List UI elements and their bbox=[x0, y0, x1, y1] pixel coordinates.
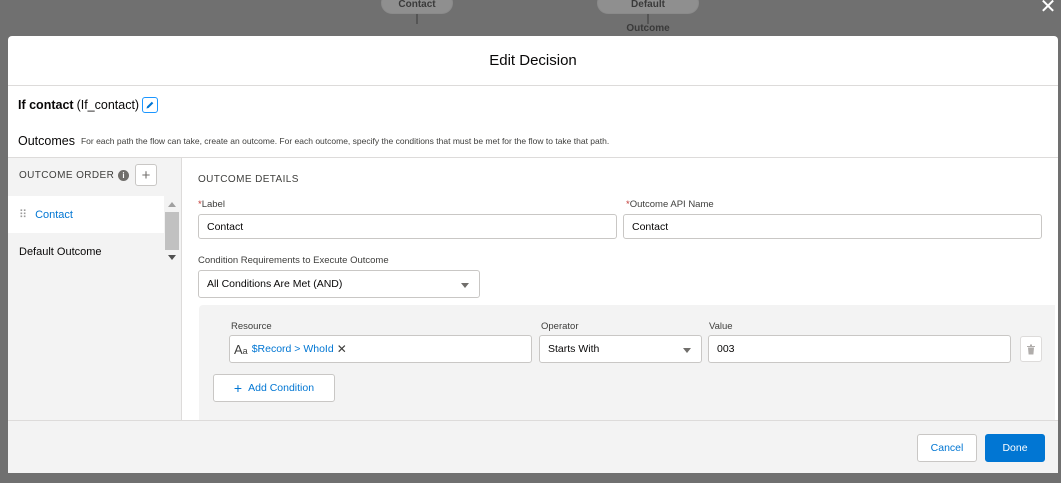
outcomes-description: For each path the flow can take, create … bbox=[80, 135, 610, 146]
cancel-button[interactable]: Cancel bbox=[917, 434, 977, 462]
value-label: Value bbox=[709, 321, 733, 332]
operator-select[interactable]: Starts With bbox=[539, 335, 702, 363]
add-condition-label: Add Condition bbox=[248, 382, 315, 394]
done-button[interactable]: Done bbox=[985, 434, 1045, 462]
modal-footer: Cancel Done bbox=[8, 420, 1058, 473]
outcome-order-label: OUTCOME ORDER bbox=[19, 169, 115, 181]
outcome-details-header: OUTCOME DETAILS bbox=[198, 174, 299, 185]
remove-resource-icon[interactable]: ✕ bbox=[337, 342, 347, 356]
operator-label: Operator bbox=[541, 321, 579, 332]
outcome-item-label: Default Outcome bbox=[19, 245, 102, 258]
resource-pill[interactable]: $Record > WhoId ✕ bbox=[252, 342, 347, 356]
edit-decision-modal: Edit Decision If contact (If_contact) Ou… bbox=[8, 36, 1058, 473]
modal-title: Edit Decision bbox=[489, 52, 577, 69]
outcome-list: ⠿ Contact Default Outcome bbox=[8, 196, 182, 270]
delete-condition-button[interactable] bbox=[1020, 336, 1042, 362]
chevron-down-icon bbox=[683, 348, 691, 353]
outcome-details-panel: OUTCOME DETAILS *Label Contact *Outcome … bbox=[183, 158, 1058, 420]
edit-element-button[interactable] bbox=[142, 97, 159, 113]
canvas-node-contact: Contact bbox=[381, 0, 453, 14]
requirements-value: All Conditions Are Met (AND) bbox=[207, 278, 343, 290]
info-icon[interactable]: i bbox=[118, 169, 130, 181]
pencil-icon bbox=[146, 101, 154, 109]
canvas-connector bbox=[416, 14, 418, 24]
resource-pill-label: $Record > WhoId bbox=[251, 343, 334, 355]
scrollbar-thumb[interactable] bbox=[165, 212, 179, 250]
outcome-item-contact[interactable]: ⠿ Contact bbox=[8, 196, 164, 233]
outcomes-title: Outcomes bbox=[18, 133, 75, 148]
api-name-field-label: *Outcome API Name bbox=[626, 199, 714, 210]
operator-value: Starts With bbox=[548, 343, 600, 355]
label-input[interactable]: Contact bbox=[198, 214, 617, 239]
scroll-up-icon[interactable] bbox=[168, 202, 176, 207]
resource-input[interactable]: Aa $Record > WhoId ✕ bbox=[229, 335, 532, 363]
label-field-label: *Label bbox=[198, 199, 225, 210]
value-input[interactable]: 003 bbox=[708, 335, 1011, 363]
outcome-order-sidebar: OUTCOME ORDER i + ⠿ Contact Default Outc… bbox=[8, 158, 182, 420]
outcome-list-scrollbar[interactable] bbox=[164, 196, 181, 268]
add-outcome-button[interactable]: + bbox=[135, 164, 158, 186]
api-name-input[interactable]: Contact bbox=[623, 214, 1042, 239]
requirements-select[interactable]: All Conditions Are Met (AND) bbox=[198, 270, 480, 298]
drag-handle-icon[interactable]: ⠿ bbox=[19, 208, 27, 221]
outcome-order-header: OUTCOME ORDER i + bbox=[8, 158, 181, 192]
element-api-name: (If_contact) bbox=[76, 98, 140, 112]
text-type-icon: Aa bbox=[234, 341, 248, 357]
element-name-row: If contact (If_contact) bbox=[8, 86, 1058, 124]
chevron-down-icon bbox=[461, 283, 469, 288]
outcome-item-label: Contact bbox=[35, 208, 73, 221]
modal-header: Edit Decision bbox=[8, 36, 1058, 86]
modal-body: OUTCOME ORDER i + ⠿ Contact Default Outc… bbox=[8, 158, 1058, 420]
add-condition-button[interactable]: + Add Condition bbox=[213, 374, 335, 402]
resource-label: Resource bbox=[231, 321, 272, 332]
scroll-down-icon[interactable] bbox=[168, 255, 176, 260]
outcomes-section-header: Outcomes For each path the flow can take… bbox=[8, 124, 1058, 158]
condition-box: Resource Aa $Record > WhoId ✕ Operator S… bbox=[199, 305, 1055, 420]
element-label: If contact bbox=[18, 98, 74, 112]
label-field-text: Label bbox=[201, 199, 225, 210]
plus-icon: + bbox=[233, 380, 243, 396]
canvas-node-default-outcome: Default Outcome bbox=[597, 0, 699, 34]
trash-icon bbox=[1027, 344, 1035, 354]
api-name-field-text: Outcome API Name bbox=[629, 199, 714, 210]
outcome-item-default-outcome[interactable]: Default Outcome bbox=[8, 233, 164, 270]
canvas-connector bbox=[647, 14, 649, 24]
requirements-label: Condition Requirements to Execute Outcom… bbox=[198, 255, 389, 266]
close-icon[interactable]: ✕ bbox=[1039, 0, 1057, 17]
